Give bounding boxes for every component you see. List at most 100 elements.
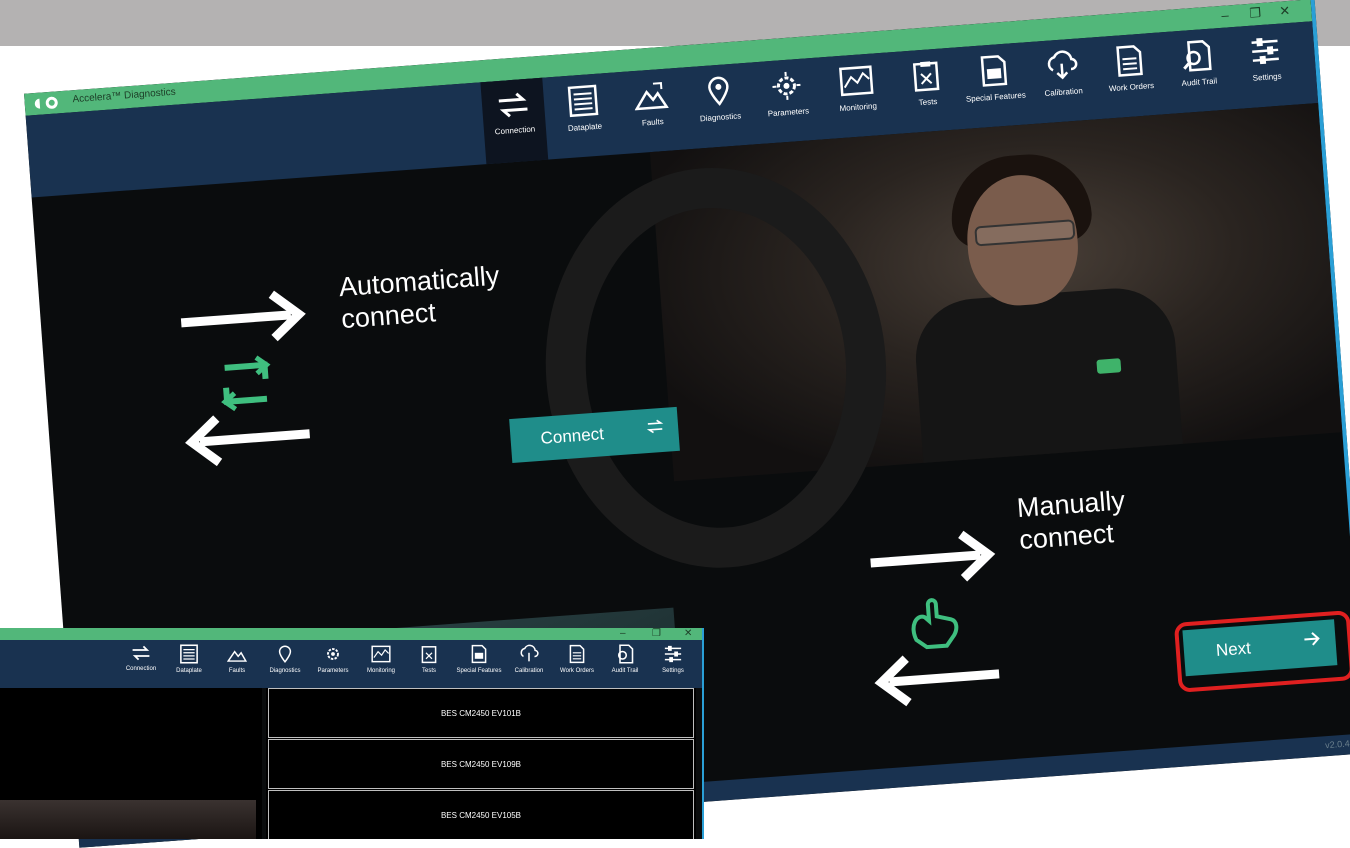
work-orders-doc-icon xyxy=(1116,45,1143,77)
nav-item-dataplate[interactable]: Dataplate xyxy=(551,83,617,147)
nav-label: Connection xyxy=(125,666,157,672)
nav-item-tests[interactable]: Tests xyxy=(894,57,960,121)
special-features-doc-icon xyxy=(471,644,487,664)
nav-label: Parameters xyxy=(767,106,810,119)
faults-mountain-icon xyxy=(227,650,247,662)
secondary-title-bar: – ❐ ✕ xyxy=(0,628,702,640)
secondary-close-button[interactable]: ✕ xyxy=(684,628,692,639)
nav-item-tests[interactable]: Tests xyxy=(406,644,452,684)
nav-item-calibration[interactable]: Calibration xyxy=(1030,47,1096,111)
dataplate-list-icon xyxy=(180,644,198,664)
nav-item-special-features[interactable]: Special Features xyxy=(456,644,502,684)
secondary-nav: Connection Dataplate Faults Diagnostics … xyxy=(0,640,702,688)
technician-photo xyxy=(531,103,1343,580)
work-orders-doc-icon xyxy=(569,644,585,664)
nav-item-special-features[interactable]: Special Features xyxy=(962,52,1028,116)
nav-label: Diagnostics xyxy=(699,111,742,124)
secondary-minimize-button[interactable]: – xyxy=(620,628,626,639)
manual-connect-heading: Manually connect xyxy=(1016,484,1128,556)
nav-item-work-orders[interactable]: Work Orders xyxy=(1097,42,1163,106)
nav-item-calibration[interactable]: Calibration xyxy=(506,644,552,684)
connect-button-label: Connect xyxy=(539,424,605,448)
nav-item-audit-trail[interactable]: Audit Trail xyxy=(602,644,648,684)
swap-arrows-icon xyxy=(646,419,664,434)
app-logo-icon xyxy=(34,96,58,109)
nav-label: Dataplate xyxy=(176,668,202,674)
tests-clipboard-icon xyxy=(421,646,437,664)
nav-label: Faults xyxy=(641,117,664,128)
photo-person-body xyxy=(911,284,1183,463)
device-list-item[interactable]: BES CM2450 EV105B xyxy=(268,790,694,839)
secondary-photo-strip xyxy=(0,800,256,839)
connection-arrows-icon xyxy=(498,92,528,118)
nav-item-connection[interactable]: Connection xyxy=(118,644,164,684)
nav-label: Settings xyxy=(662,668,684,674)
version-label: v2.0.40 xyxy=(1324,738,1350,751)
tests-clipboard-icon xyxy=(912,61,940,92)
diagnostics-probe-icon xyxy=(278,645,292,663)
audit-trail-search-icon xyxy=(617,644,634,664)
nav-label: Special Features xyxy=(965,90,1027,104)
calibration-cloud-icon xyxy=(520,644,539,662)
device-list: BES CM2450 EV101B BES CM2450 EV109B BES … xyxy=(266,688,696,839)
special-features-doc-icon xyxy=(980,55,1008,87)
nav-label: Diagnostics xyxy=(269,668,301,674)
monitoring-graph-icon xyxy=(839,65,874,97)
close-button[interactable]: ✕ xyxy=(1279,3,1291,20)
secondary-left-pane xyxy=(0,688,262,839)
photo-tire xyxy=(531,155,901,580)
nav-item-connection[interactable]: Connection xyxy=(480,77,549,165)
photo-logo-badge xyxy=(1096,358,1122,374)
nav-item-faults[interactable]: Faults xyxy=(619,78,685,142)
app-title: Accelera™ Diagnostics xyxy=(72,86,177,106)
calibration-cloud-icon xyxy=(1047,50,1078,80)
auto-connect-heading: Automatically connect xyxy=(338,260,503,336)
nav-label: Calibration xyxy=(1044,86,1084,99)
secondary-window: – ❐ ✕ Connection Dataplate Faults Diagno… xyxy=(0,628,704,839)
auto-connect-illustration-icon xyxy=(180,290,311,467)
minimize-button[interactable]: – xyxy=(1221,7,1229,22)
connection-arrows-icon xyxy=(132,645,150,661)
faults-mountain-icon xyxy=(634,82,669,111)
device-list-item[interactable]: BES CM2450 EV109B xyxy=(268,739,694,789)
nav-label: Dataplate xyxy=(567,121,603,134)
nav-item-dataplate[interactable]: Dataplate xyxy=(166,644,212,684)
parameters-gear-icon xyxy=(772,71,801,100)
audit-trail-search-icon xyxy=(1183,40,1212,72)
nav-label: Faults xyxy=(228,668,246,674)
arrow-right-icon xyxy=(1304,632,1320,646)
nav-label: Special Features xyxy=(456,668,502,674)
nav-item-parameters[interactable]: Parameters xyxy=(310,644,356,684)
nav-label: Audit Trail xyxy=(1181,76,1218,88)
nav-item-diagnostics[interactable]: Diagnostics xyxy=(687,73,753,137)
nav-label: Work Orders xyxy=(560,668,594,674)
nav-label: Tests xyxy=(918,96,938,108)
nav-item-faults[interactable]: Faults xyxy=(214,644,260,684)
nav-label: Parameters xyxy=(317,668,349,674)
diagnostics-probe-icon xyxy=(708,76,729,106)
nav-label: Audit Trail xyxy=(611,668,639,674)
device-list-item[interactable]: BES CM2450 EV101B xyxy=(268,688,694,738)
nav-item-work-orders[interactable]: Work Orders xyxy=(554,644,600,684)
monitoring-graph-icon xyxy=(371,645,391,663)
maximize-button[interactable]: ❐ xyxy=(1249,5,1262,22)
nav-item-monitoring[interactable]: Monitoring xyxy=(824,63,890,127)
nav-item-diagnostics[interactable]: Diagnostics xyxy=(262,644,308,684)
nav-item-monitoring[interactable]: Monitoring xyxy=(358,644,404,684)
nav-label: Settings xyxy=(1252,71,1282,83)
nav-item-parameters[interactable]: Parameters xyxy=(754,68,820,132)
nav-label: Tests xyxy=(421,668,436,674)
parameters-gear-icon xyxy=(327,648,339,660)
nav-label: Monitoring xyxy=(839,101,878,114)
manual-connect-illustration-icon xyxy=(870,530,1000,707)
next-button-label: Next xyxy=(1215,638,1252,660)
settings-sliders-icon xyxy=(664,645,682,663)
secondary-maximize-button[interactable]: ❐ xyxy=(652,628,661,639)
nav-label: Connection xyxy=(494,124,536,137)
nav-label: Work Orders xyxy=(1108,81,1155,94)
manual-connect-line2: connect xyxy=(1018,518,1115,556)
nav-label: Monitoring xyxy=(366,668,395,674)
nav-item-settings[interactable]: Settings xyxy=(1233,33,1299,97)
nav-item-audit-trail[interactable]: Audit Trail xyxy=(1165,38,1231,102)
nav-item-settings[interactable]: Settings xyxy=(650,644,696,684)
